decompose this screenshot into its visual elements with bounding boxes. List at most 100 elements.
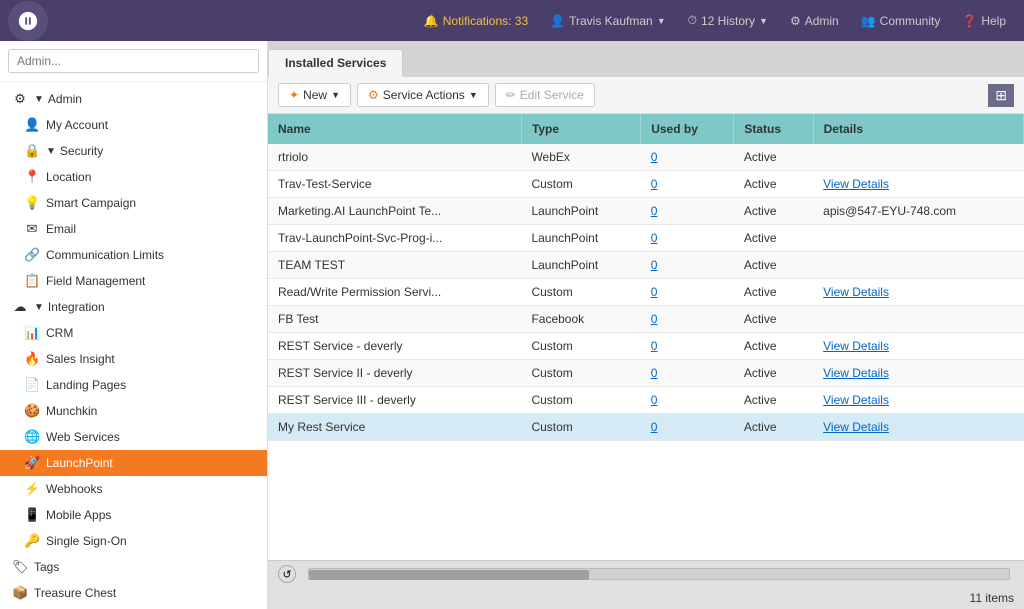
cell-used-by[interactable]: 0 [641, 360, 734, 387]
cell-status: Active [734, 144, 813, 171]
cell-name: Marketing.AI LaunchPoint Te... [268, 198, 521, 225]
new-button[interactable]: ✦ New ▼ [278, 83, 351, 107]
corner-toggle-button[interactable]: ⊞ [988, 84, 1014, 107]
app-logo[interactable] [8, 1, 48, 41]
cell-status: Active [734, 360, 813, 387]
table-row[interactable]: REST Service III - deverlyCustom0ActiveV… [268, 387, 1024, 414]
table-row[interactable]: My Rest ServiceCustom0ActiveView Details [268, 414, 1024, 441]
sidebar-item-crm[interactable]: 📊CRM [0, 320, 267, 346]
cell-used-by[interactable]: 0 [641, 279, 734, 306]
community-nav-item[interactable]: 👥 Community [851, 10, 951, 32]
service-actions-button[interactable]: ⚙ Service Actions ▼ [357, 83, 489, 107]
table-row[interactable]: rtrioloWebEx0Active [268, 144, 1024, 171]
bell-icon: 🔔 [424, 14, 439, 28]
sidebar-item-sales-insight[interactable]: 🔥Sales Insight [0, 346, 267, 372]
cell-used-by[interactable]: 0 [641, 225, 734, 252]
table-row[interactable]: REST Service - deverlyCustom0ActiveView … [268, 333, 1024, 360]
cell-status: Active [734, 387, 813, 414]
col-status: Status [734, 114, 813, 144]
table-row[interactable]: Trav-LaunchPoint-Svc-Prog-i...LaunchPoin… [268, 225, 1024, 252]
sidebar-item-security[interactable]: 🔒▼Security [0, 138, 267, 164]
sidebar-item-admin[interactable]: ⚙▼Admin [0, 86, 267, 112]
sidebar-item-munchkin[interactable]: 🍪Munchkin [0, 398, 267, 424]
sidebar-item-label-mobile-apps: Mobile Apps [46, 508, 111, 522]
cell-used-by[interactable]: 0 [641, 171, 734, 198]
table-row[interactable]: TEAM TESTLaunchPoint0Active [268, 252, 1024, 279]
notifications-nav-item[interactable]: 🔔 Notifications: 33 [414, 10, 538, 32]
table-row[interactable]: Trav-Test-ServiceCustom0ActiveView Detai… [268, 171, 1024, 198]
cell-used-by[interactable]: 0 [641, 144, 734, 171]
integration-arrow: ▼ [34, 302, 44, 313]
cell-status: Active [734, 171, 813, 198]
horizontal-scrollbar[interactable] [308, 568, 1010, 580]
table-row[interactable]: REST Service II - deverlyCustom0ActiveVi… [268, 360, 1024, 387]
sidebar-item-location[interactable]: 📍Location [0, 164, 267, 190]
sidebar-item-web-services[interactable]: 🌐Web Services [0, 424, 267, 450]
security-arrow: ▼ [46, 146, 56, 157]
cell-status: Active [734, 252, 813, 279]
email-icon: ✉ [24, 221, 40, 237]
cell-used-by[interactable]: 0 [641, 252, 734, 279]
sidebar-item-tags[interactable]: 🏷Tags [0, 554, 267, 580]
cell-type: Custom [521, 414, 640, 441]
main-layout: ⚙▼Admin👤My Account🔒▼Security📍Location💡Sm… [0, 41, 1024, 609]
sidebar-item-webhooks[interactable]: ⚡Webhooks [0, 476, 267, 502]
cell-used-by[interactable]: 0 [641, 198, 734, 225]
sidebar-item-my-account[interactable]: 👤My Account [0, 112, 267, 138]
sidebar-item-integration[interactable]: ☁▼Integration [0, 294, 267, 320]
table-container: NameTypeUsed byStatusDetails rtrioloWebE… [268, 114, 1024, 560]
admin-arrow: ▼ [34, 94, 44, 105]
sidebar-search-input[interactable] [8, 49, 259, 73]
cell-details[interactable]: View Details [813, 360, 1023, 387]
table-row[interactable]: Marketing.AI LaunchPoint Te...LaunchPoin… [268, 198, 1024, 225]
table-row[interactable]: FB TestFacebook0Active [268, 306, 1024, 333]
cell-details [813, 306, 1023, 333]
sidebar-item-label-location: Location [46, 170, 91, 184]
cell-name: REST Service III - deverly [268, 387, 521, 414]
cell-used-by[interactable]: 0 [641, 387, 734, 414]
sidebar-item-label-admin: Admin [48, 92, 82, 106]
integration-icon: ☁ [12, 299, 28, 315]
sidebar-item-single-sign-on[interactable]: 🔑Single Sign-On [0, 528, 267, 554]
cell-details[interactable]: View Details [813, 333, 1023, 360]
user-nav-item[interactable]: 👤 Travis Kaufman ▼ [540, 10, 675, 32]
munchkin-icon: 🍪 [24, 403, 40, 419]
landing-pages-icon: 📄 [24, 377, 40, 393]
sidebar-item-label-communication-limits: Communication Limits [46, 248, 164, 262]
sidebar-item-landing-pages[interactable]: 📄 Landing Pages [0, 372, 267, 398]
cell-details[interactable]: View Details [813, 387, 1023, 414]
single-sign-on-icon: 🔑 [24, 533, 40, 549]
table-row[interactable]: Read/Write Permission Servi...Custom0Act… [268, 279, 1024, 306]
crm-icon: 📊 [24, 325, 40, 341]
cell-used-by[interactable]: 0 [641, 414, 734, 441]
my-account-icon: 👤 [24, 117, 40, 133]
sidebar-item-field-management[interactable]: 📋Field Management [0, 268, 267, 294]
sidebar-item-treasure-chest[interactable]: 📦Treasure Chest [0, 580, 267, 606]
cell-used-by[interactable]: 0 [641, 306, 734, 333]
cell-details[interactable]: View Details [813, 279, 1023, 306]
help-nav-item[interactable]: ❓ Help [952, 10, 1016, 32]
sidebar-item-communication-limits[interactable]: 🔗Communication Limits [0, 242, 267, 268]
service-actions-label: Service Actions [383, 88, 465, 102]
cell-name: REST Service II - deverly [268, 360, 521, 387]
sidebar-item-smart-campaign[interactable]: 💡Smart Campaign [0, 190, 267, 216]
edit-service-button[interactable]: ✏ Edit Service [495, 83, 595, 107]
launchpoint-icon: 🚀 [24, 455, 40, 471]
admin-nav-item[interactable]: ⚙ Admin [780, 10, 849, 32]
cell-used-by[interactable]: 0 [641, 333, 734, 360]
sidebar-item-label-landing-pages: Landing Pages [46, 378, 126, 392]
refresh-button[interactable]: ↺ [278, 565, 296, 583]
admin-label: Admin [805, 14, 839, 28]
tab-installed-services[interactable]: Installed Services [268, 49, 403, 77]
sidebar-item-mobile-apps[interactable]: 📱Mobile Apps [0, 502, 267, 528]
cell-details[interactable]: View Details [813, 414, 1023, 441]
sidebar-item-email[interactable]: ✉Email [0, 216, 267, 242]
cell-type: Custom [521, 360, 640, 387]
cell-type: Custom [521, 333, 640, 360]
cell-details[interactable]: View Details [813, 171, 1023, 198]
admin-icon: ⚙ [790, 14, 801, 28]
cell-status: Active [734, 279, 813, 306]
history-nav-item[interactable]: ⏱ 12 History ▼ [678, 9, 778, 32]
smart-campaign-icon: 💡 [24, 195, 40, 211]
sidebar-item-launchpoint[interactable]: 🚀LaunchPoint [0, 450, 267, 476]
